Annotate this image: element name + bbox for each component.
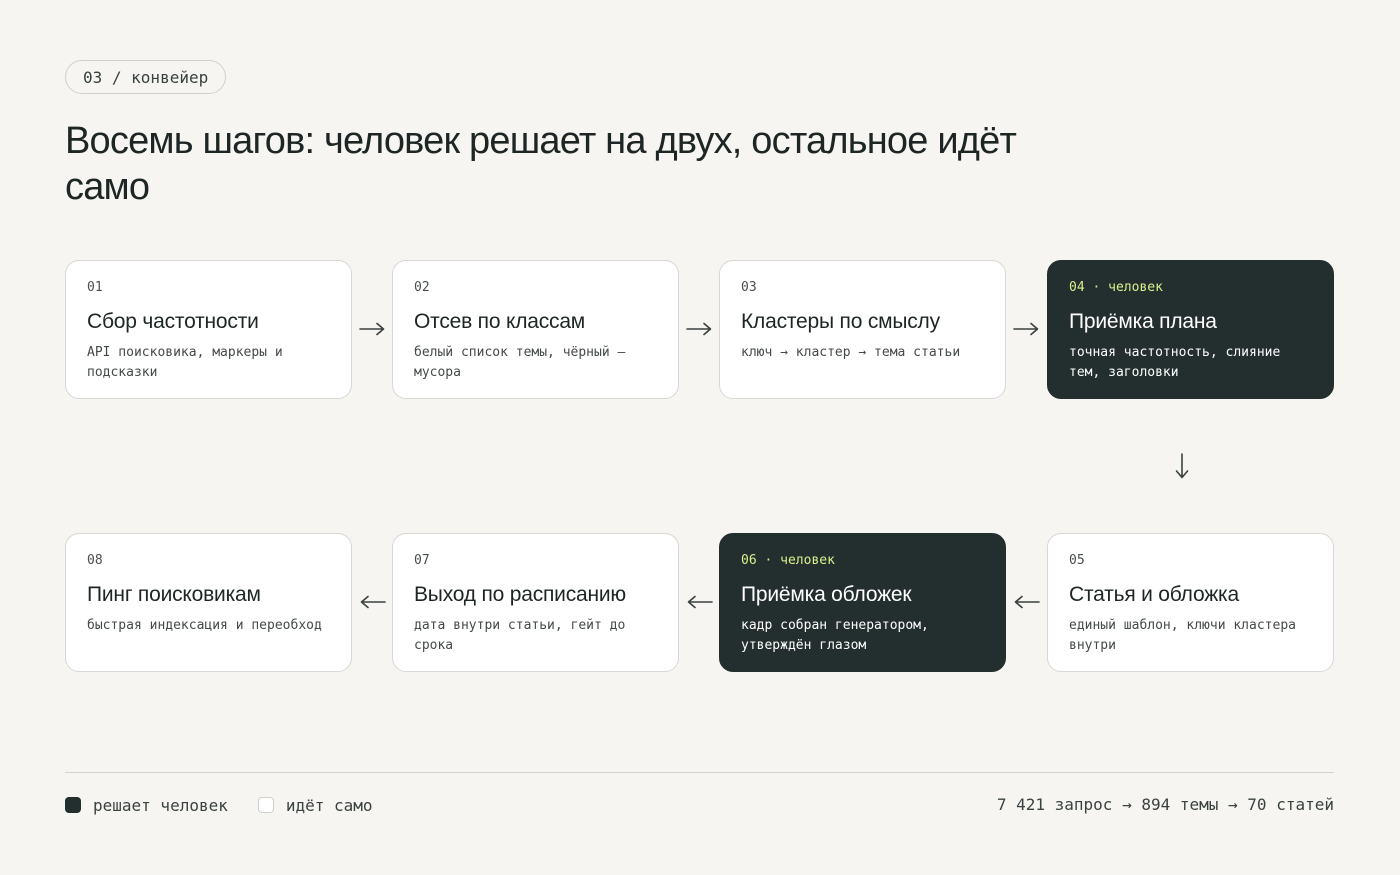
step-description: API поисковика, маркеры и подсказки <box>87 345 283 380</box>
arrow-right-icon <box>1013 322 1039 336</box>
step-number: 03 <box>741 280 757 295</box>
step-card-01: 01 Сбор частотности API поисковика, марк… <box>65 260 352 399</box>
step-number: 02 <box>414 280 430 295</box>
step-description: ключ → кластер → тема статьи <box>741 345 961 360</box>
arrow-left-icon <box>687 595 713 609</box>
legend: решает человек идёт само <box>65 794 403 816</box>
step-card-06: 06 · человек Приёмка обложек кадр собран… <box>719 533 1006 672</box>
step-number: 07 <box>414 553 430 568</box>
arrow-right-icon <box>359 322 385 336</box>
step-title: Выход по расписанию <box>414 583 626 606</box>
step-title: Статья и обложка <box>1069 583 1239 606</box>
page-title: Восемь шагов: человек решает на двух, ос… <box>65 120 1017 208</box>
section-tag: 03 / конвейер <box>65 60 227 94</box>
step-card-05: 05 Статья и обложка единый шаблон, ключи… <box>1047 533 1334 672</box>
step-description: единый шаблон, ключи кластера внутри <box>1069 618 1296 653</box>
legend-item-auto: идёт само <box>257 795 373 815</box>
legend-swatch-filled-icon <box>65 797 81 813</box>
step-description: быстрая индексация и переобход <box>87 618 322 633</box>
step-description: кадр собран генератором, утверждён глазо… <box>741 618 929 653</box>
arrow-left-icon <box>1014 595 1040 609</box>
legend-swatch-empty-icon <box>257 797 274 813</box>
legend-label: решает человек <box>93 795 228 815</box>
pipeline-stats: 7 421 запрос → 894 темы → 70 статей <box>996 795 1334 814</box>
step-description: дата внутри статьи, гейт до срока <box>414 618 626 653</box>
step-number: 04 · человек <box>1069 280 1163 295</box>
arrow-left-icon <box>360 595 386 609</box>
step-description: белый список темы, чёрный — мусора <box>414 345 626 380</box>
step-number: 05 <box>1069 553 1085 568</box>
step-number: 06 · человек <box>741 553 835 568</box>
step-card-02: 02 Отсев по классам белый список темы, ч… <box>392 260 679 399</box>
step-title: Приёмка плана <box>1069 310 1217 333</box>
arrow-right-icon <box>686 322 712 336</box>
step-title: Кластеры по смыслу <box>741 310 940 333</box>
step-card-08: 08 Пинг поисковикам быстрая индексация и… <box>65 533 352 672</box>
arrow-down-icon <box>1175 453 1189 479</box>
step-title: Отсев по классам <box>414 310 586 333</box>
step-description: точная частотность, слияние тем, заголов… <box>1069 345 1281 380</box>
step-title: Сбор частотности <box>87 310 259 333</box>
step-card-04: 04 · человек Приёмка плана точная частот… <box>1047 260 1334 399</box>
step-title: Пинг поисковикам <box>87 583 261 606</box>
step-title: Приёмка обложек <box>741 583 912 606</box>
step-card-07: 07 Выход по расписанию дата внутри стать… <box>392 533 679 672</box>
legend-item-human: решает человек <box>65 796 228 815</box>
legend-label: идёт само <box>285 795 373 815</box>
footer-divider <box>65 772 1334 773</box>
step-number: 08 <box>87 553 103 568</box>
step-card-03: 03 Кластеры по смыслу ключ → кластер → т… <box>719 260 1006 399</box>
step-number: 01 <box>87 280 103 295</box>
